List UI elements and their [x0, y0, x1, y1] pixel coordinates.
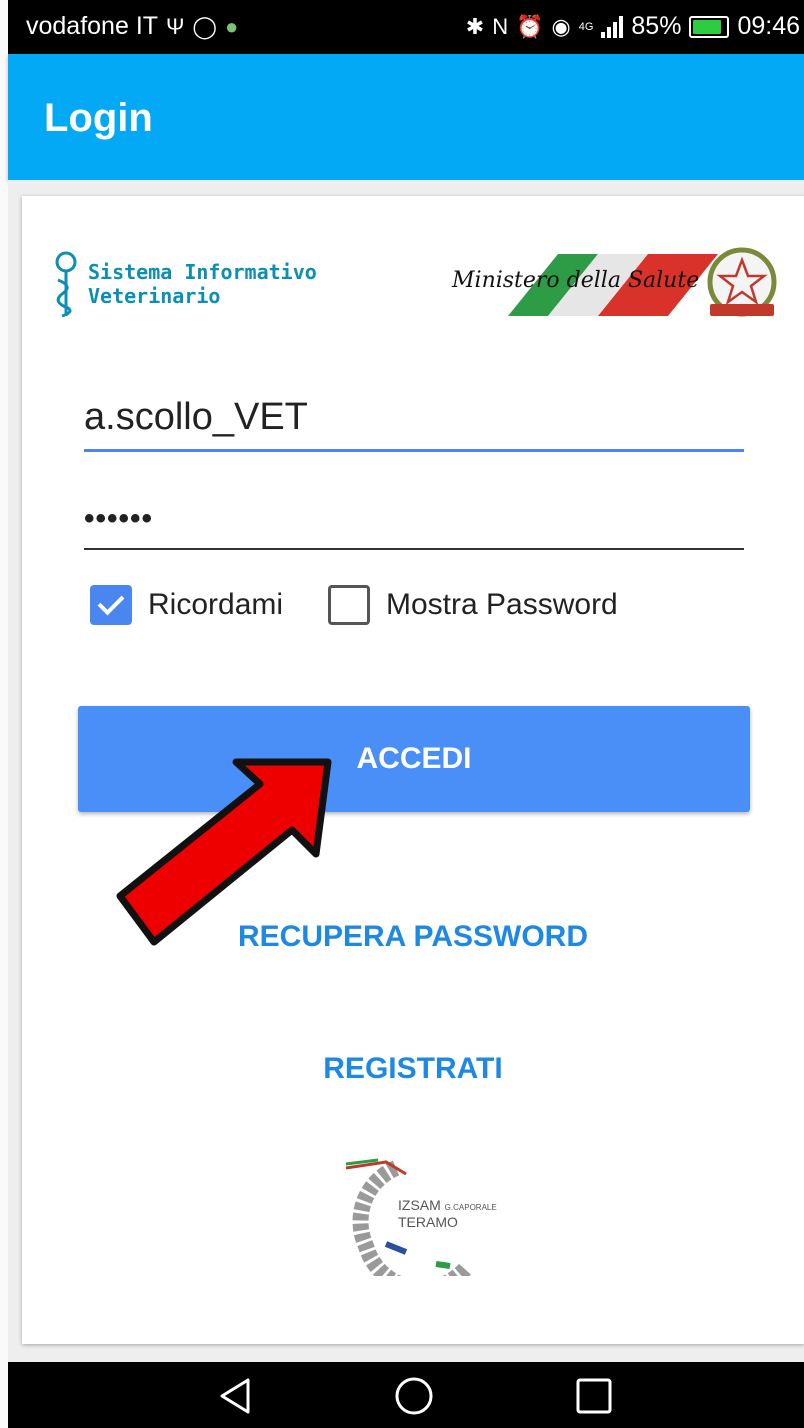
page-title: Login: [44, 96, 153, 140]
nfc-icon: N: [492, 13, 509, 39]
recover-password-link[interactable]: RECUPERA PASSWORD: [22, 920, 804, 954]
register-link[interactable]: REGISTRATI: [22, 1052, 804, 1086]
username-field[interactable]: a.scollo_VET: [84, 388, 744, 452]
whatsapp-icon: ◯: [192, 13, 218, 39]
siv-logo-text: Sistema Informativo Veterinario: [88, 260, 317, 308]
ministero-logo-text: Ministero della Salute: [452, 268, 700, 293]
siv-logo-line1: Sistema Informativo: [88, 260, 317, 284]
carrier-name: vodafone IT: [26, 12, 159, 40]
system-nav-bar: [8, 1362, 804, 1428]
show-password-checkbox[interactable]: [328, 585, 370, 625]
screen-edge: [0, 0, 8, 1428]
bluetooth-icon: ✱: [465, 13, 485, 39]
network-type: 4G: [578, 20, 594, 33]
show-password-label: Mostra Password: [386, 588, 618, 621]
show-password-row[interactable]: Mostra Password: [328, 584, 618, 626]
izsam-subname: G.CAPORALE: [444, 1203, 497, 1212]
battery-percent: 85%: [631, 12, 682, 40]
back-icon[interactable]: [216, 1376, 256, 1416]
siv-logo-line2: Veterinario: [88, 284, 221, 308]
remember-me-label: Ricordami: [148, 588, 284, 621]
izsam-name: IZSAM: [398, 1197, 441, 1213]
status-right: ✱ N ⏰ ◉ 4G 85% 09:46: [466, 12, 800, 41]
battery-icon: [689, 15, 730, 38]
eye-comfort-icon: ◉: [551, 13, 571, 39]
app-notification-icon: ●: [225, 13, 239, 39]
izsam-logo-text: IZSAM G.CAPORALE TERAMO: [398, 1198, 497, 1229]
status-bar: vodafone IT Ψ ◯ ● ✱ N ⏰ ◉ 4G 85% 09:46: [8, 0, 804, 54]
remember-me-checkbox[interactable]: [90, 585, 132, 625]
alarm-icon: ⏰: [516, 13, 544, 39]
status-left: vodafone IT Ψ ◯ ●: [26, 12, 238, 41]
signal-icon: [601, 15, 624, 38]
remember-me-row[interactable]: Ricordami: [90, 584, 283, 626]
home-icon[interactable]: [394, 1376, 434, 1416]
username-value: a.scollo_VET: [84, 396, 308, 438]
usb-icon: Ψ: [166, 13, 185, 39]
battery-fill: [693, 19, 721, 34]
password-field[interactable]: ••••••: [84, 490, 744, 550]
caduceus-icon: [55, 251, 77, 318]
recent-apps-icon[interactable]: [574, 1376, 614, 1416]
password-value: ••••••: [84, 502, 154, 535]
app-bar: Login: [8, 54, 804, 180]
izsam-city: TERAMO: [398, 1214, 458, 1230]
clock: 09:46: [737, 12, 800, 40]
ministero-logo: Ministero della Salute: [448, 246, 778, 322]
siv-logo: Sistema Informativo Veterinario: [52, 250, 332, 320]
